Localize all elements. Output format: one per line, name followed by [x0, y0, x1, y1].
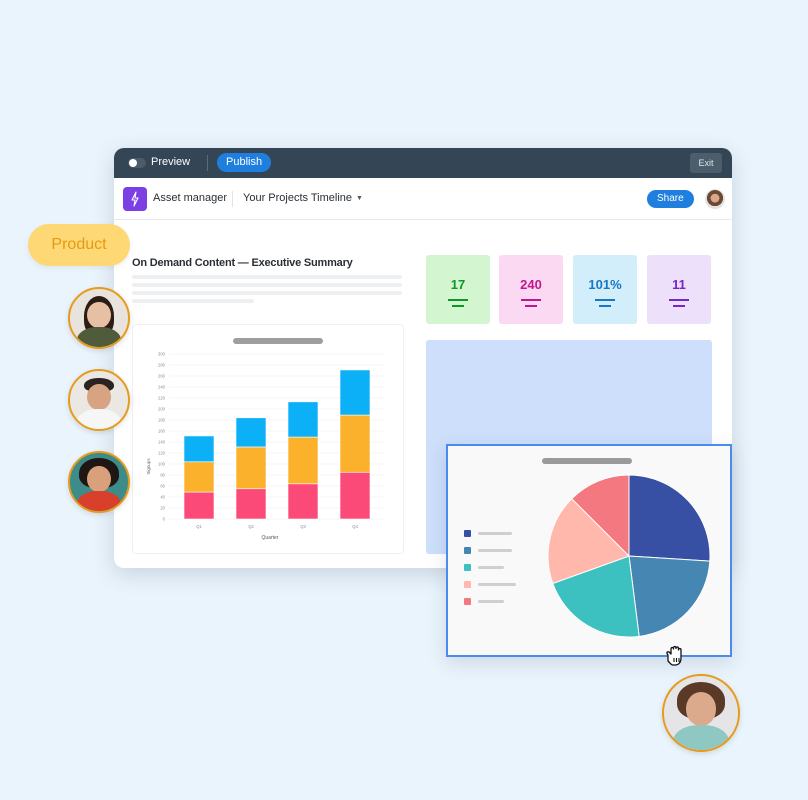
preview-toggle[interactable]: [128, 158, 146, 168]
y-tick-label: 140: [158, 440, 166, 445]
pie-chart-card[interactable]: [446, 444, 732, 657]
publish-button[interactable]: Publish: [217, 153, 272, 172]
stat-card[interactable]: 101%: [573, 255, 637, 324]
stat-value: 101%: [588, 277, 622, 292]
y-tick-label: 180: [158, 418, 166, 423]
y-tick-label: 20: [160, 506, 165, 511]
lightning-logo-icon[interactable]: [123, 187, 147, 211]
pie-slice: [628, 474, 711, 562]
bar-chart-card: 0 20 40 60 80 100 120 140 160 180 200 220 240 260 280 3…: [132, 324, 404, 554]
x-axis-label: Quarter: [262, 535, 279, 541]
stat-underline: [669, 299, 689, 301]
y-tick-label: 280: [158, 363, 166, 368]
y-tick-label: 160: [158, 429, 166, 434]
share-button[interactable]: Share: [647, 190, 694, 208]
stat-value: 11: [672, 277, 686, 292]
stat-underline: [673, 305, 685, 307]
y-tick-label: 40: [160, 495, 165, 500]
project-dropdown[interactable]: Your Projects Timeline ▼: [243, 192, 363, 204]
avatar-face: [87, 465, 111, 492]
bar-segment: [339, 471, 371, 520]
y-tick-label: 300: [158, 352, 166, 357]
project-name: Your Projects Timeline: [243, 192, 353, 204]
y-tick-label: 120: [158, 451, 166, 456]
avatar-body: [76, 491, 122, 511]
bar-segment: [235, 417, 267, 448]
x-tick-label: Q3: [300, 524, 306, 529]
stat-underline: [521, 299, 541, 301]
x-tick-label: Q4: [352, 524, 358, 529]
text-placeholder-line: [132, 275, 402, 279]
avatar-face: [686, 692, 716, 726]
bar-segment: [287, 401, 319, 438]
y-tick-label: 0: [163, 517, 166, 522]
y-tick-label: 100: [158, 462, 166, 467]
preview-label: Preview: [151, 156, 191, 168]
stat-value: 17: [450, 277, 466, 292]
y-tick-label: 240: [158, 385, 166, 390]
y-tick-label: 60: [160, 484, 165, 489]
bar-segment: [339, 414, 371, 473]
bar-segment: [183, 461, 215, 493]
avatar-body: [76, 409, 122, 429]
avatar-face: [87, 301, 111, 328]
pie-chart: [547, 474, 711, 638]
stat-underline: [448, 299, 468, 301]
stacked-bar-chart: 0 20 40 60 80 100 120 140 160 180 200 220 240 260 280 3…: [146, 352, 385, 541]
y-axis-label: Signups: [146, 458, 151, 475]
header-divider: [232, 191, 233, 207]
bar-segment: [183, 435, 215, 463]
y-tick-label: 220: [158, 396, 166, 401]
avatar-body: [76, 327, 122, 347]
y-tick-label: 200: [158, 407, 166, 412]
collaborator-avatar[interactable]: [68, 451, 130, 513]
text-placeholder-line: [132, 299, 254, 303]
avatar-face: [87, 383, 111, 410]
product-tag[interactable]: Product: [28, 224, 130, 266]
avatar-body: [672, 724, 730, 750]
text-placeholder-line: [132, 291, 402, 295]
stat-card[interactable]: 17: [426, 255, 490, 324]
collaborator-avatar[interactable]: [68, 287, 130, 349]
stat-card[interactable]: 240: [499, 255, 563, 324]
toolbar-divider: [207, 155, 208, 171]
bar-segment: [287, 483, 319, 520]
stat-underline: [525, 305, 537, 307]
bar-segment: [235, 488, 267, 520]
exit-button[interactable]: Exit: [690, 153, 722, 173]
text-placeholder-line: [132, 283, 402, 287]
stat-value: 240: [520, 277, 542, 292]
stat-card[interactable]: 11: [647, 255, 711, 324]
grab-cursor-icon: [664, 645, 688, 672]
y-tick-label: 80: [160, 473, 165, 478]
y-tick-label: 260: [158, 374, 166, 379]
stat-underline: [599, 305, 611, 307]
bar-segment: [339, 369, 371, 416]
x-tick-label: Q1: [196, 524, 202, 529]
collaborator-avatar[interactable]: [662, 674, 740, 752]
pie-slice: [628, 555, 711, 637]
bar-segment: [183, 491, 215, 520]
stat-underline: [595, 299, 615, 301]
document-title: On Demand Content — Executive Summary: [132, 257, 353, 269]
app-header: Asset manager Your Projects Timeline ▼ S…: [114, 178, 732, 220]
collaborator-avatar[interactable]: [68, 369, 130, 431]
user-avatar[interactable]: [705, 189, 725, 209]
stat-underline: [452, 305, 464, 307]
bar-segment: [235, 446, 267, 490]
app-name: Asset manager: [153, 192, 227, 204]
caret-down-icon: ▼: [356, 194, 363, 202]
bar-segment: [287, 436, 319, 485]
x-tick-label: Q2: [248, 524, 254, 529]
preview-toolbar: Preview Publish Exit: [114, 148, 732, 178]
